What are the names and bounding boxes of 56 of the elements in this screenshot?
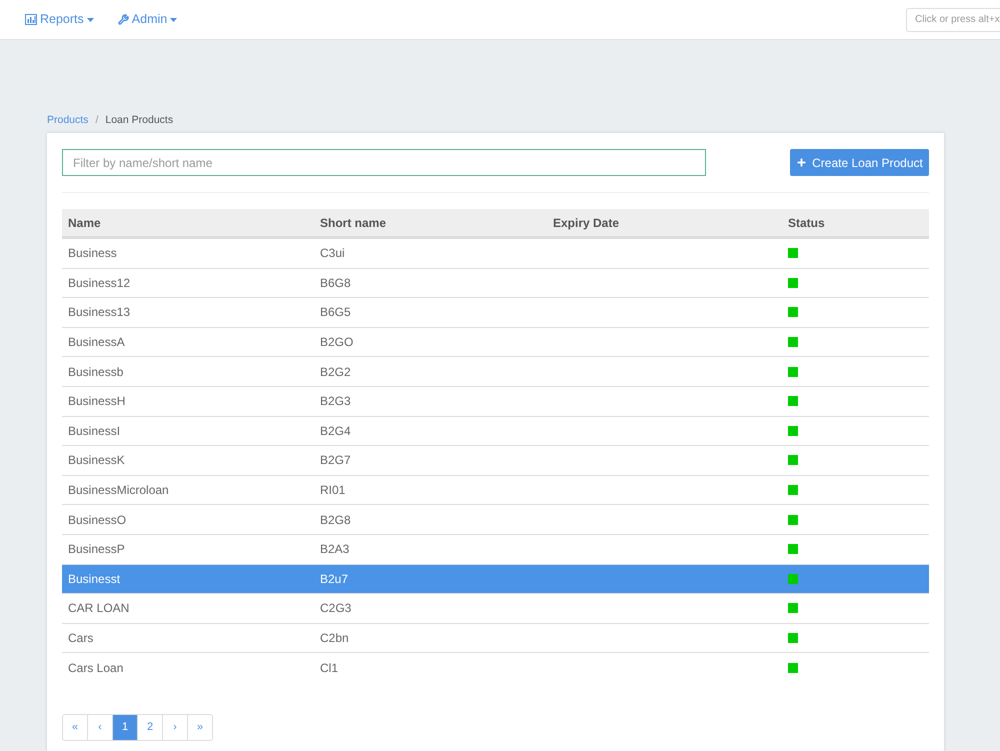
table-row[interactable]: BusinessMicroloan RI01 — [62, 474, 929, 504]
pagination-button[interactable]: › — [162, 714, 188, 741]
table-row[interactable]: Cars C2bn — [62, 622, 929, 652]
table-cell: Cars Loan — [68, 660, 124, 675]
table-cell: B6G8 — [320, 276, 351, 290]
table-cell: B2A3 — [320, 542, 350, 556]
table-cell: Business — [68, 246, 117, 260]
search-field[interactable]: Click or press alt+x — [906, 8, 1000, 32]
bar-chart-icon — [25, 14, 37, 25]
column-header[interactable]: Name — [68, 216, 101, 230]
plus-icon — [796, 157, 808, 168]
filter-field[interactable]: Filter by name/short name — [62, 149, 706, 176]
table-cell: BusinessH — [68, 394, 126, 408]
column-header[interactable]: Short name — [320, 216, 386, 230]
caret-icon — [170, 18, 178, 22]
table-cell: B2u7 — [320, 572, 348, 586]
pagination-button[interactable]: 2 — [137, 714, 163, 741]
breadcrumb-current: Loan Products — [105, 113, 174, 128]
table-cell: B2GO — [320, 335, 354, 350]
table-cell: Businessb — [68, 364, 124, 379]
table-cell: RI01 — [320, 483, 346, 498]
table-cell: BusinessMicroloan — [68, 483, 169, 498]
pagination-button[interactable]: ‹ — [87, 714, 113, 741]
table-cell: BusinessO — [68, 512, 126, 527]
nav-menu-item[interactable]: Admin — [118, 10, 178, 29]
table-cell: B2G4 — [320, 424, 351, 438]
create-loan-product-button[interactable]: Create Loan Product — [790, 149, 929, 176]
table-cell: CAR LOAN — [68, 601, 130, 616]
table-cell: Cars — [68, 631, 94, 646]
pagination-button[interactable]: 1 — [112, 714, 138, 741]
table-cell: BusinessP — [68, 542, 125, 556]
table-cell: B2G7 — [320, 453, 351, 468]
caret-icon — [86, 18, 94, 22]
table-row[interactable]: Businesst B2u7 — [62, 564, 929, 594]
table-cell: B2G8 — [320, 512, 351, 527]
table-cell: C2G3 — [320, 601, 352, 616]
pagination-button[interactable]: « — [62, 714, 88, 741]
column-header[interactable]: Expiry Date — [553, 216, 620, 230]
table-row[interactable]: BusinessA B2GO — [62, 326, 929, 356]
column-header[interactable]: Status — [788, 216, 825, 230]
table-cell: BusinessA — [68, 335, 125, 350]
table-cell: B2G3 — [320, 394, 351, 408]
table-cell: C2bn — [320, 631, 349, 646]
table-cell: Businesst — [68, 572, 120, 586]
breadcrumb-separator: / — [95, 113, 98, 128]
pagination-button[interactable]: » — [187, 714, 213, 741]
table-cell: BusinessI — [68, 424, 120, 438]
table-cell: Business12 — [68, 276, 130, 290]
table-cell: Business13 — [68, 305, 130, 320]
table-cell: BusinessK — [68, 453, 125, 468]
table-cell: B6G5 — [320, 305, 351, 320]
nav-menu-item[interactable]: Reports — [25, 10, 94, 29]
table-cell: Cl1 — [320, 660, 338, 675]
table-cell: B2G2 — [320, 364, 351, 379]
wrench-icon — [118, 14, 129, 25]
table-cell: C3ui — [320, 246, 345, 260]
